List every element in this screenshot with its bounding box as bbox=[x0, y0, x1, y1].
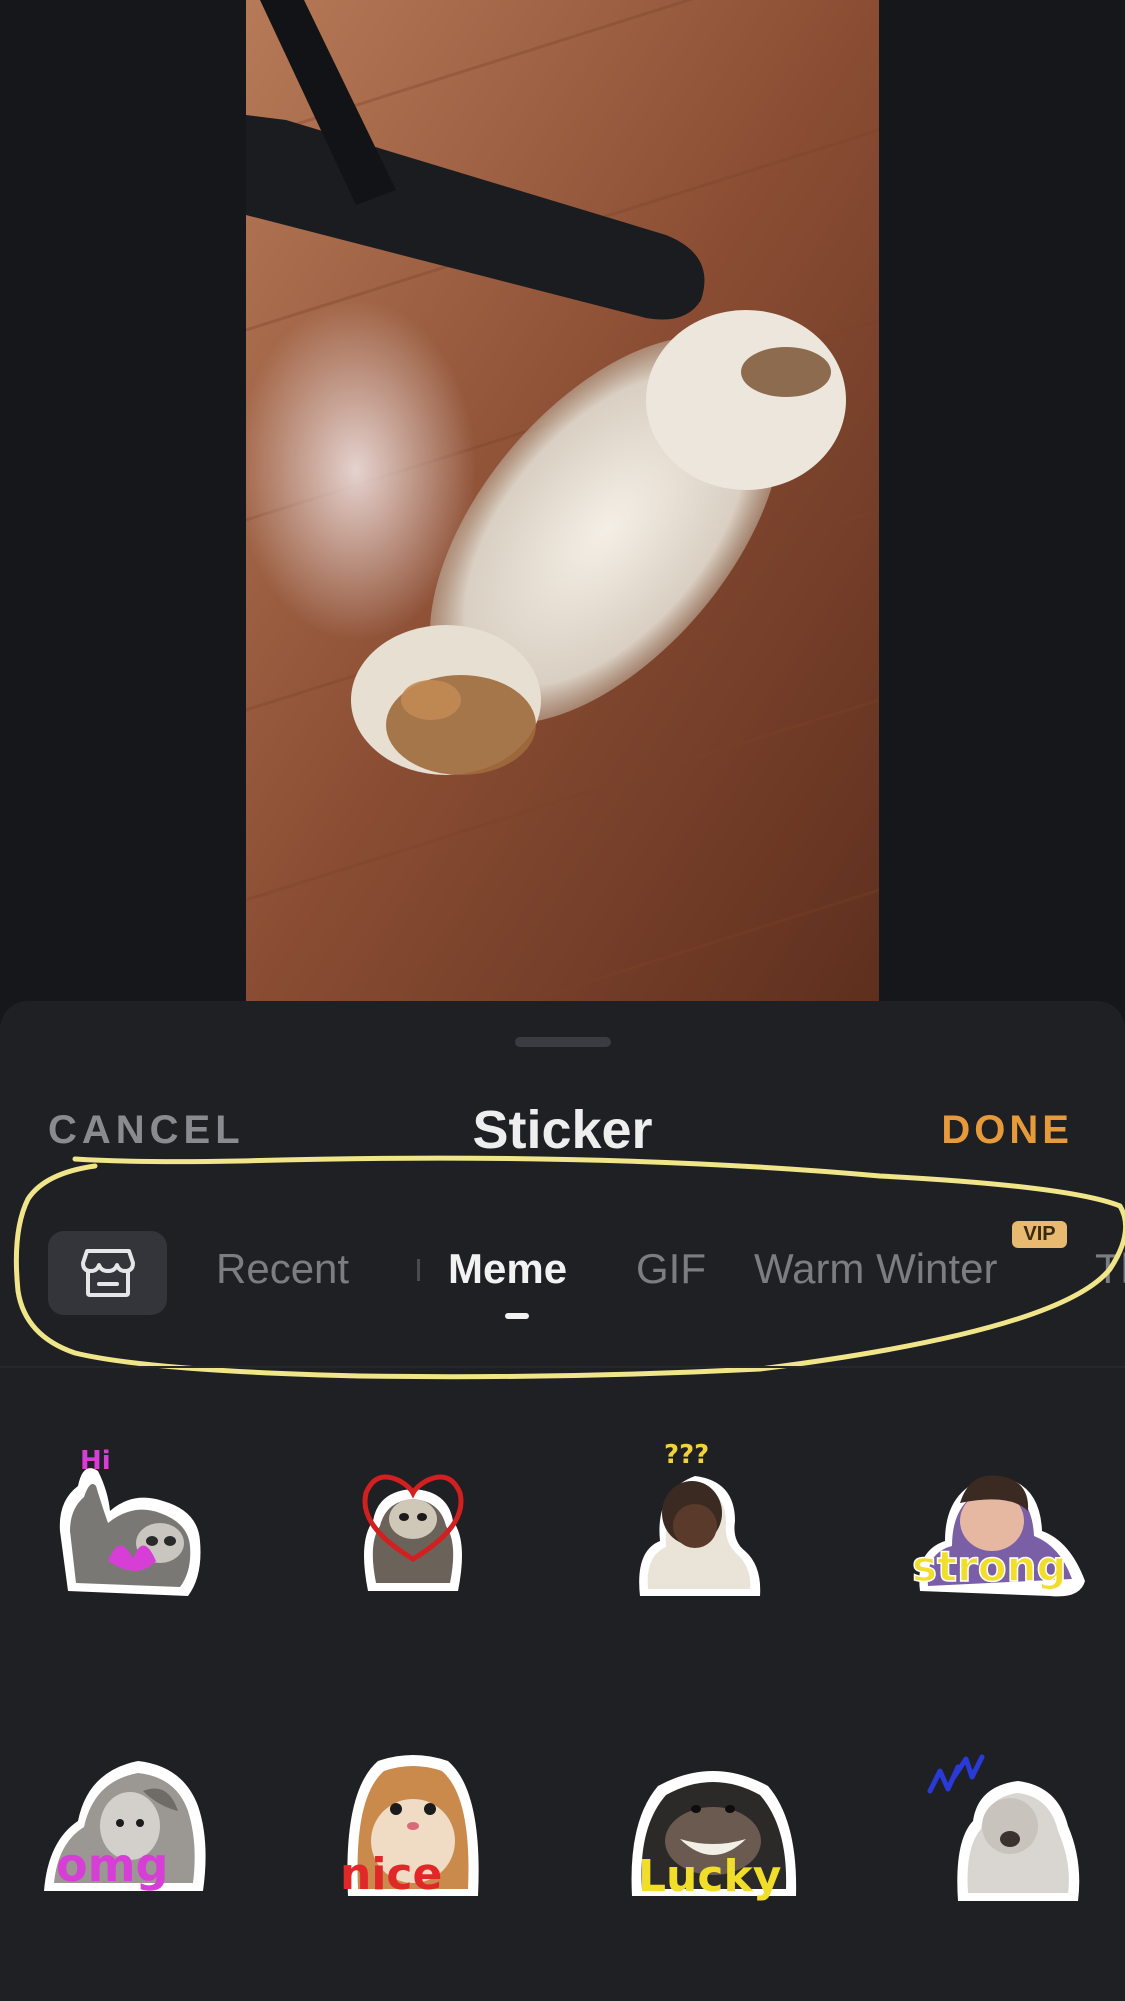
sloth-hi-image: Hi bbox=[59, 1446, 201, 1596]
sticker-chimp-lucky[interactable]: Lucky bbox=[618, 1731, 808, 1921]
store-icon bbox=[81, 1249, 135, 1297]
sticker-caption-omg: omg bbox=[56, 1838, 168, 1892]
sticker-sloth-hi[interactable]: Hi bbox=[38, 1431, 228, 1621]
sticker-caption-question: ??? bbox=[664, 1440, 709, 1470]
sticker-girl-omg[interactable]: omg bbox=[38, 1731, 228, 1921]
tab-meme[interactable]: Meme bbox=[448, 1239, 567, 1299]
screen: Sticker CANCEL DONE Recent Meme GIF Warm… bbox=[0, 0, 1125, 2001]
highlight-ring-annotation bbox=[13, 1155, 1125, 1380]
video-preview[interactable] bbox=[246, 0, 879, 1001]
tab-divider bbox=[417, 1259, 420, 1281]
tab-gif[interactable]: GIF bbox=[636, 1239, 706, 1299]
tabs-divider-line bbox=[0, 1366, 1125, 1368]
baby-shout-image bbox=[927, 1754, 1080, 1901]
tabs-scroll-area[interactable]: Recent Meme GIF Warm Winter VIP Th bbox=[0, 1221, 1125, 1331]
sticker-store-button[interactable] bbox=[48, 1231, 167, 1315]
sticker-grid: Hi ??? strong omg nice Lucky bbox=[0, 1431, 1125, 1991]
sticker-baby-shout[interactable] bbox=[918, 1731, 1108, 1921]
chimp-lucky-image: Lucky bbox=[631, 1771, 797, 1902]
vip-badge: VIP bbox=[1012, 1221, 1067, 1248]
hamster-nice-image: nice bbox=[340, 1755, 479, 1900]
sheet-header: Sticker CANCEL DONE bbox=[0, 1097, 1125, 1163]
sticker-caption-hi: Hi bbox=[80, 1446, 111, 1476]
sticker-hamster-nice[interactable]: nice bbox=[318, 1731, 508, 1921]
category-tabs: Recent Meme GIF Warm Winter VIP Th bbox=[0, 1221, 1125, 1331]
boy-strong-image: strong bbox=[911, 1475, 1085, 1597]
sheet-grab-handle[interactable] bbox=[515, 1037, 611, 1047]
cancel-button[interactable]: CANCEL bbox=[48, 1097, 245, 1163]
active-tab-indicator bbox=[505, 1313, 529, 1319]
sticker-caption-strong: strong bbox=[912, 1542, 1067, 1591]
girl-question-image: ??? bbox=[639, 1440, 761, 1596]
sticker-sloth-heart[interactable] bbox=[318, 1431, 508, 1621]
sticker-caption-lucky: Lucky bbox=[638, 1851, 781, 1902]
tab-warm-winter[interactable]: Warm Winter bbox=[754, 1239, 997, 1299]
done-button[interactable]: DONE bbox=[941, 1097, 1073, 1163]
girl-omg-image: omg bbox=[44, 1761, 206, 1892]
sticker-caption-nice: nice bbox=[340, 1849, 442, 1900]
sticker-boy-strong[interactable]: strong bbox=[900, 1431, 1090, 1621]
tab-recent[interactable]: Recent bbox=[216, 1239, 349, 1299]
sticker-sheet: Sticker CANCEL DONE Recent Meme GIF Warm… bbox=[0, 1001, 1125, 2001]
video-frame bbox=[246, 0, 879, 1001]
sticker-girl-question[interactable]: ??? bbox=[600, 1431, 790, 1621]
sloth-heart-image bbox=[362, 1474, 464, 1591]
tab-partial-next[interactable]: Th bbox=[1095, 1239, 1125, 1299]
